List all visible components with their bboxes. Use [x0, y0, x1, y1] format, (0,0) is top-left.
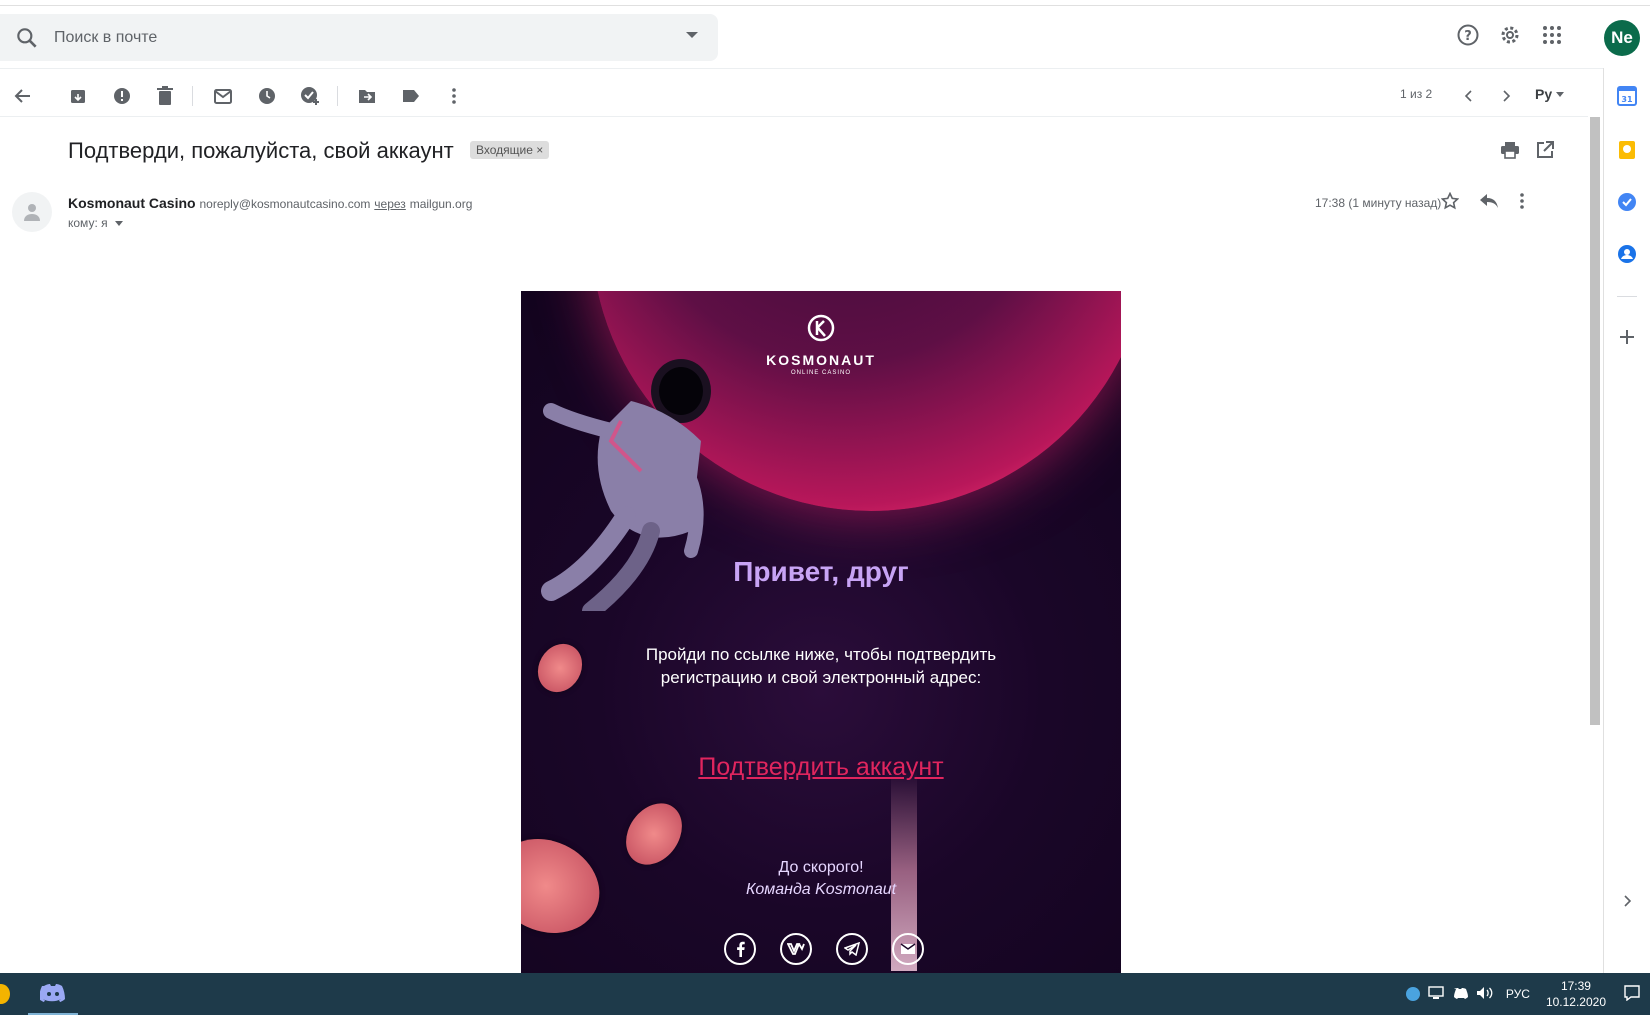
- social-links: [724, 933, 924, 965]
- telegram-icon[interactable]: [836, 933, 868, 965]
- tray-language[interactable]: РУС: [1506, 987, 1530, 1001]
- tasks-icon[interactable]: [1617, 192, 1637, 217]
- via-domain: mailgun.org: [409, 197, 473, 211]
- input-tools-lang[interactable]: Ру: [1535, 86, 1552, 102]
- star-icon[interactable]: [1440, 191, 1460, 215]
- apps-grid-icon[interactable]: [1539, 22, 1565, 48]
- more-options-icon[interactable]: [442, 84, 466, 108]
- reply-arrow-icon[interactable]: [1479, 193, 1499, 214]
- remove-label-icon[interactable]: ×: [536, 143, 543, 157]
- email-promo-body: KOSMONAUT ONLINE CASINO Привет, друг Про…: [521, 291, 1121, 973]
- coin-graphic: [529, 635, 591, 701]
- toolbar-divider-line: [0, 116, 1588, 117]
- details-caret-icon[interactable]: [114, 221, 123, 227]
- logo-subtitle: ONLINE CASINO: [790, 370, 851, 376]
- message-toolbar: 1 из 2 Ру: [0, 76, 1603, 116]
- email-subject: Подтверди, пожалуйста, свой аккаунт: [68, 138, 454, 163]
- system-tray: РУС 17:39 10.12.2020: [1405, 973, 1650, 1015]
- signoff-text: До скорого!: [778, 859, 864, 876]
- pager-count: 1 из 2: [1400, 87, 1433, 101]
- label-tag-icon[interactable]: [399, 84, 423, 108]
- recipients-text: кому: я: [68, 216, 108, 230]
- snooze-clock-icon[interactable]: [255, 84, 279, 108]
- side-divider: [1617, 296, 1637, 297]
- back-arrow-icon[interactable]: [11, 84, 35, 108]
- tray-volume-icon[interactable]: [1476, 986, 1494, 1003]
- tray-discord-icon[interactable]: [1452, 987, 1468, 1002]
- search-options-caret-icon[interactable]: [686, 32, 698, 38]
- tray-time: 17:39: [1560, 979, 1591, 993]
- email-greeting: Привет, друг: [733, 556, 909, 587]
- scrollbar[interactable]: [1588, 117, 1602, 973]
- help-icon[interactable]: ?: [1455, 22, 1481, 48]
- open-new-window-icon[interactable]: [1536, 141, 1554, 164]
- header-icons: ?: [1455, 22, 1565, 48]
- next-chevron-icon[interactable]: [1494, 84, 1518, 108]
- svg-text:31: 31: [1621, 95, 1633, 104]
- tray-clock[interactable]: 17:39 10.12.2020: [1546, 978, 1606, 1010]
- contacts-icon[interactable]: [1617, 244, 1637, 269]
- expand-panel-chevron-icon[interactable]: [1624, 894, 1632, 912]
- lang-caret-icon[interactable]: [1556, 92, 1564, 97]
- side-panel: 31: [1603, 68, 1650, 973]
- toolbar-divider: [192, 86, 193, 106]
- add-addon-plus-icon[interactable]: [1620, 330, 1634, 349]
- discord-icon: [40, 984, 65, 1002]
- inbox-label-text: Входящие: [476, 143, 533, 157]
- prev-chevron-icon[interactable]: [1457, 84, 1481, 108]
- report-spam-icon[interactable]: [110, 84, 134, 108]
- facebook-icon[interactable]: [724, 933, 756, 965]
- notifications-icon[interactable]: [1624, 984, 1640, 1004]
- mark-unread-icon[interactable]: [211, 84, 235, 108]
- browser-top-edge: [0, 0, 1650, 6]
- mail-icon[interactable]: [892, 933, 924, 965]
- tray-update-icon[interactable]: [1405, 987, 1420, 1001]
- account-avatar[interactable]: Ne: [1604, 20, 1640, 56]
- discord-taskbar-button[interactable]: [28, 973, 78, 1015]
- header-divider: [0, 68, 1603, 69]
- archive-icon[interactable]: [66, 84, 90, 108]
- settings-gear-icon[interactable]: [1497, 22, 1523, 48]
- email-body-text: Пройди по ссылке ниже, чтобы подтвердить…: [645, 645, 997, 687]
- inbox-label-chip[interactable]: Входящие ×: [470, 141, 550, 159]
- search-bar[interactable]: Поиск в почте: [0, 14, 718, 61]
- kosmonaut-k-logo-icon: [807, 314, 835, 342]
- sender-avatar: [12, 192, 52, 232]
- scrollbar-thumb[interactable]: [1590, 117, 1600, 725]
- signoff-team: Команда Kosmonaut: [745, 881, 897, 898]
- via-link[interactable]: через: [374, 197, 406, 211]
- sender-email: noreply@kosmonautcasino.com: [199, 197, 371, 211]
- sender-name[interactable]: Kosmonaut Casino: [68, 195, 196, 211]
- search-icon[interactable]: [14, 25, 40, 51]
- delete-trash-icon[interactable]: [153, 84, 177, 108]
- confirm-account-link[interactable]: Подтвердить аккаунт: [521, 753, 1121, 782]
- app-partial-icon[interactable]: [0, 984, 10, 1004]
- add-task-icon[interactable]: [298, 84, 322, 108]
- move-to-icon[interactable]: [355, 84, 379, 108]
- sender-line: Kosmonaut Casino noreply@kosmonautcasino…: [68, 195, 472, 211]
- logo-name: KOSMONAUT: [766, 352, 876, 368]
- vk-icon[interactable]: [780, 933, 812, 965]
- search-input[interactable]: Поиск в почте: [54, 29, 157, 47]
- message-more-icon[interactable]: [1519, 192, 1525, 215]
- tray-date: 10.12.2020: [1545, 995, 1606, 1009]
- print-icon[interactable]: [1500, 141, 1520, 164]
- toolbar-divider: [337, 86, 338, 106]
- svg-text:?: ?: [1464, 29, 1472, 44]
- recipients[interactable]: кому: я: [68, 216, 123, 230]
- email-signoff: До скорого! Команда Kosmonaut: [521, 857, 1121, 901]
- kosmonaut-logo[interactable]: KOSMONAUT ONLINE CASINO: [521, 313, 1121, 376]
- message-time: 17:38 (1 минуту назад): [1315, 196, 1442, 210]
- calendar-icon[interactable]: 31: [1617, 86, 1637, 111]
- tray-network-icon[interactable]: [1428, 985, 1444, 1003]
- keep-icon[interactable]: [1617, 140, 1637, 165]
- windows-taskbar: РУС 17:39 10.12.2020: [0, 973, 1650, 1015]
